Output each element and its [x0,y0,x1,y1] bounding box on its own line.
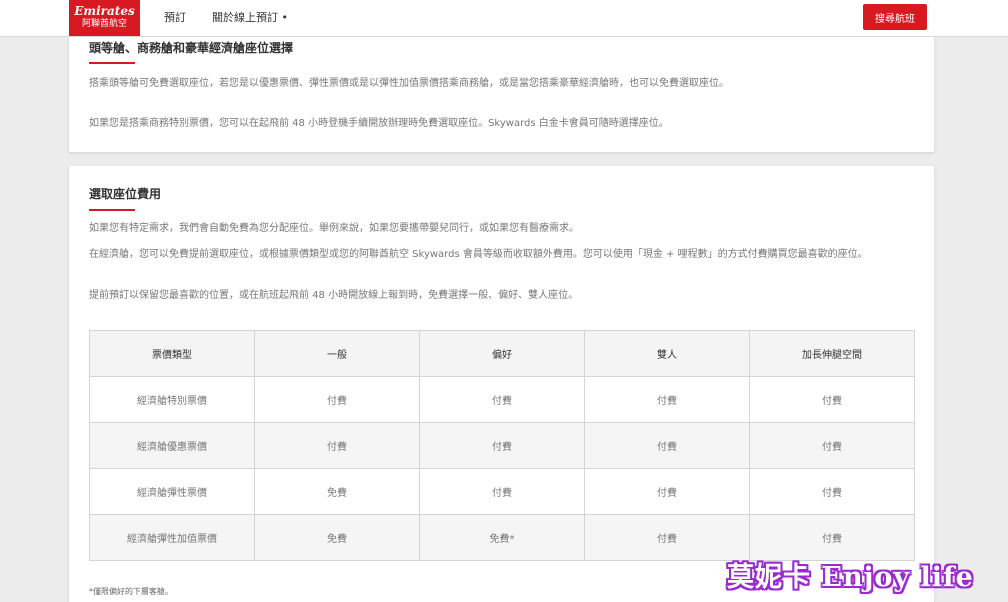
section-paragraph: 如果您是搭乘商務特別票價，您可以在起飛前 48 小時登機手續開放辦理時免費選取座… [89,118,669,129]
blog-watermark: 莫妮卡 Enjoy life [727,562,974,593]
table-cell: 付費 [749,468,915,515]
fare-type-cell: 經濟艙彈性加值票價 [89,514,255,561]
seat-fees-card: 選取座位費用 如果您有特定需求，我們會自動免費為您分配座位。舉例來說，如果您要攜… [69,166,934,602]
table-cell: 付費 [419,376,585,423]
table-cell: 付費 [584,376,750,423]
section-title: 頭等艙、商務艙和豪華經濟艙座位選擇 [89,41,294,55]
logo-chinese-text: 阿聯酋航空 [81,19,127,29]
table-header-row: 票價類型 一般 偏好 雙人 加長伸腿空間 [89,330,915,377]
logo-english-text: Emirates [74,4,135,18]
nav-item-about-online-booking[interactable]: 關於線上預訂 • [212,11,288,24]
table-cell: 付費 [584,514,750,561]
table-cell: 付費 [584,468,750,515]
fare-type-cell: 經濟艙優惠票價 [89,422,255,469]
fare-type-cell: 經濟艙彈性票價 [89,468,255,515]
table-row: 經濟艙特別票價 付費 付費 付費 付費 [89,376,915,423]
header-cell: 票價類型 [89,330,255,377]
table-cell: 付費 [584,422,750,469]
header-cell: 加長伸腿空間 [749,330,915,377]
seat-selection-premium-card: 頭等艙、商務艙和豪華經濟艙座位選擇 搭乘頭等艙可免費選取座位，若您是以優惠票價、… [69,28,934,152]
table-cell: 付費 [254,422,420,469]
table-cell: 付費 [419,468,585,515]
table-cell: 付費 [749,514,915,561]
table-cell: 付費 [254,376,420,423]
table-cell: 付費 [749,376,915,423]
fare-type-cell: 經濟艙特別票價 [89,376,255,423]
section-paragraph: 搭乘頭等艙可免費選取座位，若您是以優惠票價、彈性票價或是以彈性加值票價搭乘商務艙… [89,78,729,89]
table-cell: 免費 [254,468,420,515]
table-cell: 付費 [749,422,915,469]
top-navigation-bar: Emirates 阿聯酋航空 預訂 關於線上預訂 • 搜尋航班 [0,0,1008,37]
section-paragraph: 如果您有特定需求，我們會自動免費為您分配座位。舉例來說，如果您要攜帶嬰兒同行，或… [89,223,579,234]
section-paragraph: 提前預訂以保留您最喜歡的位置，或在航班起飛前 48 小時開放線上報到時，免費選擇… [89,290,579,301]
title-underline [89,209,135,211]
seat-fee-table: 票價類型 一般 偏好 雙人 加長伸腿空間 經濟艙特別票價 付費 付費 付費 付費… [89,330,915,561]
header-cell: 一般 [254,330,420,377]
table-cell: 免費 [254,514,420,561]
section-paragraph: 在經濟艙，您可以免費提前選取座位，或根據票價類型或您的阿聯酋航空 Skyward… [89,249,868,260]
section-title: 選取座位費用 [89,187,162,201]
table-row: 經濟艙彈性加值票價 免費 免費* 付費 付費 [89,514,915,561]
table-row: 經濟艙優惠票價 付費 付費 付費 付費 [89,422,915,469]
title-underline [89,62,135,64]
table-row: 經濟艙彈性票價 免費 付費 付費 付費 [89,468,915,515]
header-cell: 雙人 [584,330,750,377]
search-flights-button[interactable]: 搜尋航班 [863,4,927,30]
nav-item-booking[interactable]: 預訂 [164,11,186,24]
table-footnote: *僅限偏好的下層客艙。 [89,587,173,596]
header-cell: 偏好 [419,330,585,377]
table-cell: 付費 [419,422,585,469]
table-cell: 免費* [419,514,585,561]
emirates-logo[interactable]: Emirates 阿聯酋航空 [69,0,140,36]
